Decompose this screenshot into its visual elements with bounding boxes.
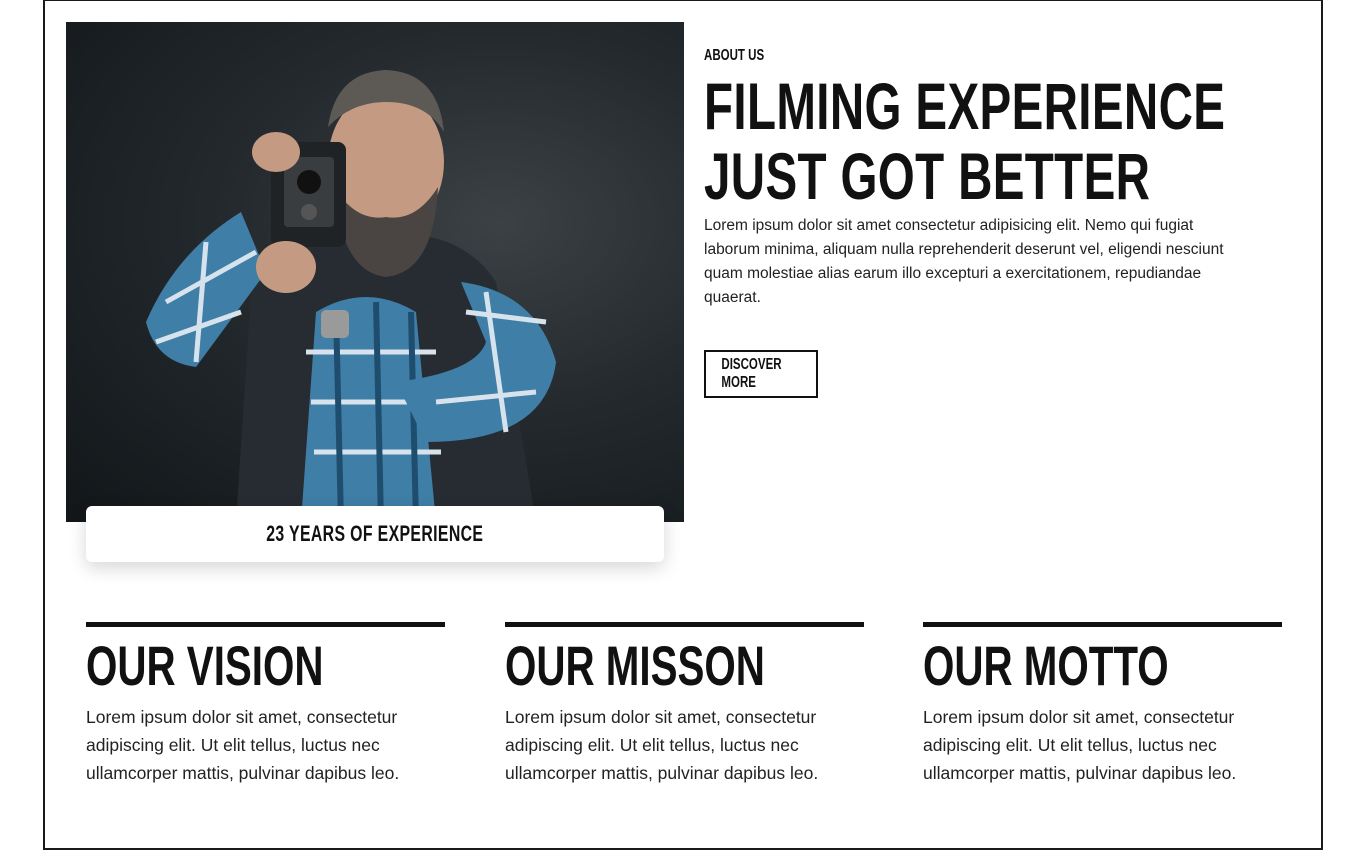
photographer-illustration	[146, 70, 556, 522]
mission-text: Lorem ipsum dolor sit amet, consectetur …	[505, 707, 819, 783]
discover-more-label: DISCOVER MORE	[721, 356, 782, 391]
experience-badge: 23 YEARS OF EXPERIENCE	[86, 506, 664, 562]
headline-line-1: FILMING EXPERIENCE	[704, 69, 1226, 143]
vision-text: Lorem ipsum dolor sit amet, consectetur …	[86, 707, 400, 783]
column-divider	[505, 622, 864, 627]
motto-column: OUR MOTTO Lorem ipsum dolor sit amet, co…	[923, 622, 1282, 787]
motto-title: OUR MOTTO	[923, 634, 1169, 697]
column-divider	[86, 622, 445, 627]
about-section: 23 YEARS OF EXPERIENCE ABOUT US FILMING …	[43, 0, 1323, 850]
column-divider	[923, 622, 1282, 627]
photographer-image	[66, 22, 684, 522]
vision-title: OUR VISION	[86, 634, 324, 697]
page-title: FILMING EXPERIENCE JUST GOT BETTER	[704, 71, 1366, 211]
discover-more-button[interactable]: DISCOVER MORE	[704, 350, 818, 398]
motto-text: Lorem ipsum dolor sit amet, consectetur …	[923, 707, 1237, 783]
experience-badge-label: 23 YEARS OF EXPERIENCE	[266, 521, 484, 546]
headline-line-2: JUST GOT BETTER	[704, 139, 1151, 213]
vision-column: OUR VISION Lorem ipsum dolor sit amet, c…	[86, 622, 445, 787]
section-eyebrow: ABOUT US	[704, 47, 765, 64]
mission-title: OUR MISSON	[505, 634, 765, 697]
mission-column: OUR MISSON Lorem ipsum dolor sit amet, c…	[505, 622, 864, 787]
about-paragraph: Lorem ipsum dolor sit amet consectetur a…	[704, 217, 1224, 306]
